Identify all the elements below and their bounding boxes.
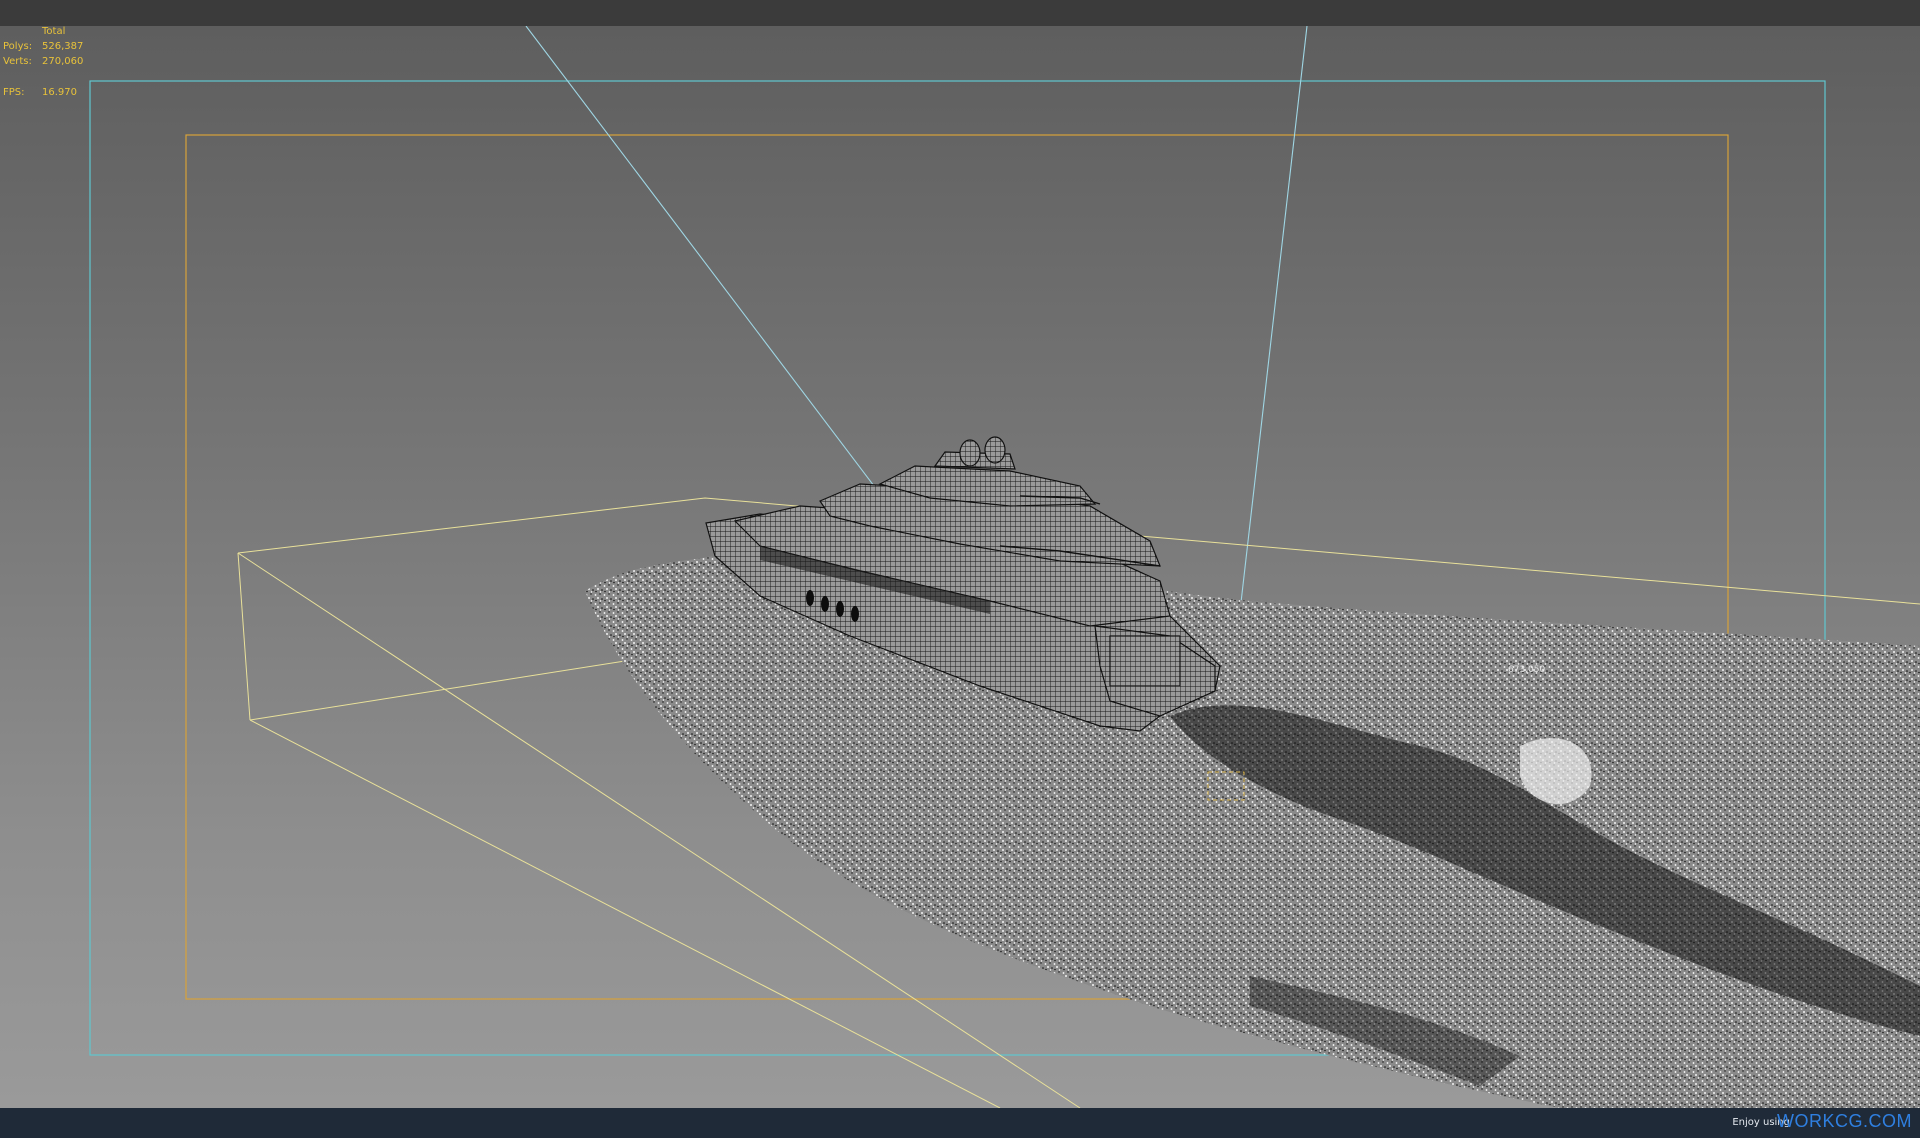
viewport-top-bar <box>0 0 1920 26</box>
3d-viewport[interactable]: Total Polys: 526,387 Verts: 270,060 FPS:… <box>0 26 1920 1108</box>
scene-canvas[interactable]: 673,050 <box>0 26 1920 1108</box>
camera-line-left <box>525 26 931 561</box>
bottom-bar: Enjoy using WORKCG.COM <box>0 1108 1920 1138</box>
ocean-surface <box>585 544 1920 1108</box>
brand-logo-text[interactable]: WORKCG.COM <box>1777 1111 1912 1132</box>
scene-label: 673,050 <box>1508 665 1545 675</box>
